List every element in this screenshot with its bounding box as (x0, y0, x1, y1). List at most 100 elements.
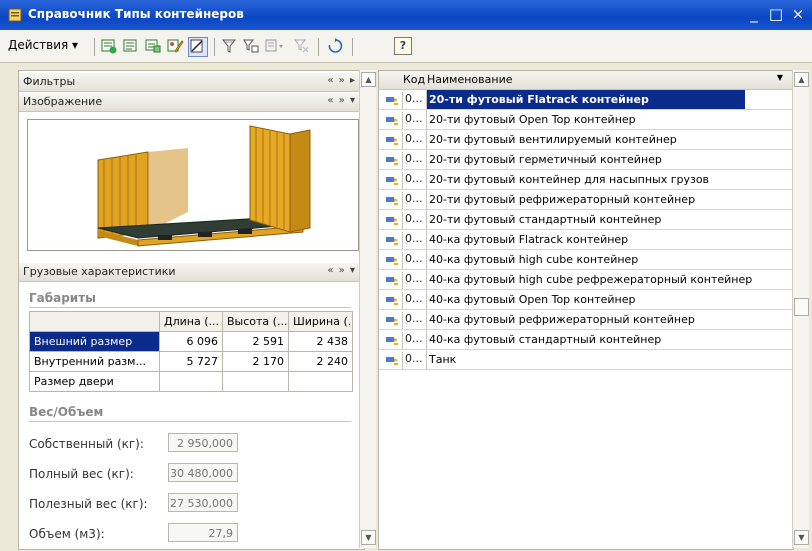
list-item[interactable]: 0... 20-ти футовый Flatrack контейнер (379, 90, 793, 110)
column-header-code[interactable]: Код (403, 73, 425, 86)
clear-filter-icon[interactable] (292, 37, 310, 55)
cell-height[interactable] (222, 371, 289, 392)
element-icon (386, 317, 398, 325)
details-panel: Фильтры « » ▸ Изображение « » ▾ Грузовые… (18, 70, 365, 550)
scroll-up-button[interactable]: ▲ (794, 72, 809, 87)
divider (29, 307, 351, 308)
table-row[interactable]: Размер двери (29, 371, 353, 392)
list-item[interactable]: 0... 20-ти футовый стандартный контейнер (379, 210, 793, 230)
row-label[interactable]: Внешний размер (29, 331, 160, 352)
row-label[interactable]: Внутренний разм... (29, 351, 160, 372)
scroll-down-button[interactable]: ▼ (794, 530, 809, 545)
cell-height[interactable]: 2 170 (222, 351, 289, 372)
dimensions-table: Длина (... Высота (... Ширина (... Внешн… (29, 311, 353, 392)
filters-section-controls[interactable]: « » ▸ (327, 75, 356, 86)
item-code: 0... (402, 212, 427, 229)
gross-weight-field[interactable]: 30 480,000 (168, 463, 238, 482)
list-item[interactable]: 0... 40-ка футовый high cube контейнер (379, 250, 793, 270)
element-icon (386, 117, 398, 125)
delete-mark-icon[interactable] (188, 37, 208, 57)
filter-history-icon[interactable] (264, 37, 288, 55)
sort-arrow-icon[interactable]: ▼ (777, 73, 783, 82)
list-item[interactable]: 0... 20-ти футовый герметичный контейнер (379, 150, 793, 170)
list-item[interactable]: 0... 40-ка футовый рефрижераторный контей… (379, 310, 793, 330)
element-icon (386, 277, 398, 285)
details-scrollbar[interactable]: ▲ ▼ (359, 70, 376, 548)
list-scrollbar[interactable]: ▲ ▼ (792, 70, 809, 548)
filters-section-header[interactable]: Фильтры « » ▸ (19, 73, 364, 92)
catalog-icon (8, 8, 22, 22)
item-code: 0... (402, 292, 427, 309)
title-bar: Справочник Типы контейнеров _ □ × (0, 0, 812, 30)
scroll-down-button[interactable]: ▼ (361, 530, 376, 545)
list-item[interactable]: 0... 40-ка футовый стандартный контейнер (379, 330, 793, 350)
minimize-button[interactable]: _ (744, 4, 764, 24)
list-item[interactable]: 0... 20-ти футовый вентилируемый контейне… (379, 130, 793, 150)
list-header: Код Наименование ▼ (379, 71, 793, 90)
list-item[interactable]: 0... 20-ти футовый Open Top контейнер (379, 110, 793, 130)
cell-length[interactable] (159, 371, 223, 392)
item-name: 20-ти футовый контейнер для насыпных гру… (426, 170, 789, 189)
add-group-icon[interactable] (122, 37, 140, 55)
image-section-header[interactable]: Изображение « » ▾ (19, 93, 364, 112)
element-icon (386, 217, 398, 225)
maximize-button[interactable]: □ (766, 4, 786, 24)
table-row[interactable]: Внутренний разм... 5 727 2 170 2 240 (29, 351, 353, 372)
scroll-up-button[interactable]: ▲ (361, 72, 376, 87)
item-code: 0... (402, 312, 427, 329)
cargo-section-header[interactable]: Грузовые характеристики « » ▾ (19, 263, 364, 282)
cell-width[interactable] (288, 371, 353, 392)
table-row[interactable]: Внешний размер 6 096 2 591 2 438 (29, 331, 353, 352)
cargo-section-controls[interactable]: « » ▾ (327, 265, 356, 276)
list-item[interactable]: 0... Танк (379, 350, 793, 370)
item-code: 0... (402, 252, 427, 269)
add-item-icon[interactable] (100, 37, 118, 55)
toolbar-separator (318, 38, 319, 56)
filter-icon[interactable] (220, 37, 238, 55)
item-name: 20-ти футовый Open Top контейнер (426, 110, 789, 129)
scroll-thumb[interactable] (794, 298, 809, 316)
cell-length[interactable]: 5 727 (159, 351, 223, 372)
item-name: 40-ка футовый high cube контейнер (426, 250, 789, 269)
element-icon (386, 137, 398, 145)
item-code: 0... (402, 332, 427, 349)
column-header-height[interactable]: Высота (... (222, 311, 289, 332)
refresh-icon[interactable] (326, 37, 344, 55)
cell-height[interactable]: 2 591 (222, 331, 289, 352)
item-name: 40-ка футовый стандартный контейнер (426, 330, 789, 349)
filter-by-value-icon[interactable] (242, 37, 260, 55)
item-code: 0... (402, 152, 427, 169)
filters-section-label: Фильтры (23, 75, 76, 88)
list-item[interactable]: 0... 20-ти футовый рефрижераторный контей… (379, 190, 793, 210)
own-weight-field[interactable]: 2 950,000 (168, 433, 238, 452)
cell-width[interactable]: 2 240 (288, 351, 353, 372)
toolbar-separator (214, 38, 215, 56)
element-icon (386, 177, 398, 185)
column-header-length[interactable]: Длина (... (159, 311, 223, 332)
cell-width[interactable]: 2 438 (288, 331, 353, 352)
help-button[interactable]: ? (394, 37, 412, 55)
image-section-controls[interactable]: « » ▾ (327, 95, 356, 106)
element-icon (386, 97, 398, 105)
list-item[interactable]: 0... 40-ка футовый Flatrack контейнер (379, 230, 793, 250)
list-item[interactable]: 0... 40-ка футовый high cube рефрежератор… (379, 270, 793, 290)
volume-field[interactable]: 27,9 (168, 523, 238, 542)
close-button[interactable]: × (788, 4, 808, 24)
element-icon (386, 297, 398, 305)
divider (29, 421, 351, 422)
table-header-corner (29, 311, 160, 332)
row-label[interactable]: Размер двери (29, 371, 160, 392)
toolbar: Действия ▾ ? (0, 30, 812, 63)
payload-field[interactable]: 27 530,000 (168, 493, 238, 512)
cell-length[interactable]: 6 096 (159, 331, 223, 352)
copy-item-icon[interactable] (144, 37, 162, 55)
item-name: 20-ти футовый вентилируемый контейнер (426, 130, 789, 149)
item-code: 0... (402, 172, 427, 189)
element-icon (386, 337, 398, 345)
actions-menu-button[interactable]: Действия ▾ (8, 38, 78, 52)
list-item[interactable]: 0... 20-ти футовый контейнер для насыпных… (379, 170, 793, 190)
column-header-name[interactable]: Наименование (427, 73, 512, 86)
column-header-width[interactable]: Ширина (... (288, 311, 353, 332)
list-item[interactable]: 0... 40-ка футовый Open Top контейнер (379, 290, 793, 310)
edit-item-icon[interactable] (166, 37, 184, 55)
